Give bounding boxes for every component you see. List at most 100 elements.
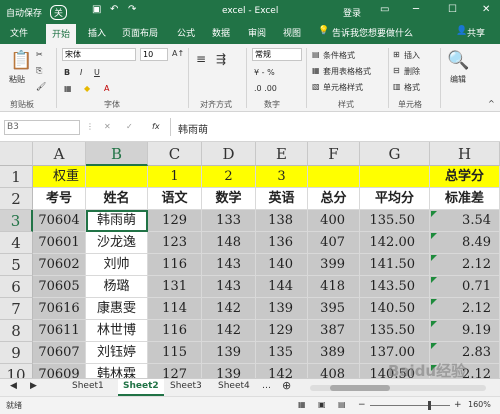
table-cell[interactable]: 395 — [308, 298, 360, 320]
login-button[interactable]: 登录 — [343, 6, 361, 19]
paste-icon[interactable]: 📋 — [10, 50, 32, 71]
fill-color-icon[interactable]: ◆ — [84, 84, 90, 93]
zoom-out-icon[interactable]: − — [358, 400, 366, 410]
maximize-icon[interactable]: ☐ — [448, 4, 457, 15]
table-cell[interactable]: 418 — [308, 276, 360, 298]
row-header[interactable]: 8 — [0, 320, 33, 342]
table-cell[interactable]: 129 — [256, 320, 308, 342]
table-cell[interactable]: 70616 — [33, 298, 86, 320]
table-cell[interactable]: 143 — [202, 254, 256, 276]
name-box[interactable]: B3 — [4, 120, 80, 135]
table-cell[interactable]: 143.50 — [360, 276, 430, 298]
tab-insert[interactable]: 插入 — [88, 26, 106, 39]
table-cell[interactable]: 2.12 — [430, 254, 500, 276]
insert-cells-button[interactable]: 插入 — [404, 50, 420, 61]
zoom-level[interactable]: 160% — [468, 400, 491, 409]
table-cell[interactable]: 400 — [308, 210, 360, 232]
column-header-h[interactable]: H — [430, 142, 500, 166]
header-cell[interactable] — [360, 166, 430, 188]
table-cell[interactable]: 142 — [202, 298, 256, 320]
header-cell[interactable]: 2 — [202, 166, 256, 188]
column-header-c[interactable]: C — [148, 142, 202, 166]
table-cell[interactable]: 2.12 — [430, 298, 500, 320]
tab-review[interactable]: 审阅 — [248, 26, 266, 39]
tab-page-layout[interactable]: 页面布局 — [122, 26, 158, 39]
table-cell[interactable]: 127 — [148, 364, 202, 378]
table-cell[interactable]: 9.19 — [430, 320, 500, 342]
grow-font-icon[interactable]: A↑ — [172, 49, 184, 58]
table-cell[interactable]: 142 — [202, 320, 256, 342]
currency-icon[interactable]: ¥ - % — [254, 68, 275, 77]
column-header-e[interactable]: E — [256, 142, 308, 166]
table-cell[interactable]: 8.49 — [430, 232, 500, 254]
column-header-d[interactable]: D — [202, 142, 256, 166]
copy-icon[interactable]: ⎘ — [36, 66, 42, 76]
table-cell[interactable]: 116 — [148, 320, 202, 342]
header-cell[interactable]: 考号 — [33, 188, 86, 210]
table-cell[interactable]: 140 — [256, 254, 308, 276]
table-cell[interactable]: 3.54 — [430, 210, 500, 232]
table-format-button[interactable]: 套用表格格式 — [323, 66, 371, 77]
row-header[interactable]: 10 — [0, 364, 33, 378]
decimal-icon[interactable]: .0 .00 — [254, 84, 277, 93]
table-cell[interactable]: 139 — [256, 298, 308, 320]
font-size-select[interactable]: 10 — [140, 48, 168, 61]
minimize-icon[interactable]: ─ — [413, 4, 419, 15]
more-sheets-icon[interactable]: … — [262, 381, 271, 391]
table-cell[interactable]: 408 — [308, 364, 360, 378]
table-cell[interactable]: 138 — [256, 210, 308, 232]
table-cell[interactable]: 140.50 — [360, 298, 430, 320]
autosave-toggle[interactable]: 关 — [50, 5, 68, 20]
row-header[interactable]: 2 — [0, 188, 33, 210]
horizontal-scrollbar[interactable] — [310, 385, 486, 391]
error-indicator-icon[interactable] — [431, 211, 437, 217]
header-cell[interactable]: 总学分 — [430, 166, 500, 188]
table-cell[interactable]: 70604 — [33, 210, 86, 232]
formula-input[interactable]: 韩雨萌 — [178, 121, 208, 136]
table-cell[interactable]: 70602 — [33, 254, 86, 276]
share-button[interactable]: 共享 — [467, 26, 485, 39]
table-cell[interactable]: 林世博 — [86, 320, 148, 342]
table-cell[interactable]: 123 — [148, 232, 202, 254]
table-cell[interactable]: 沙龙逸 — [86, 232, 148, 254]
row-header[interactable]: 4 — [0, 232, 33, 254]
row-header[interactable]: 6 — [0, 276, 33, 298]
table-cell[interactable]: 70609 — [33, 364, 86, 378]
table-cell[interactable]: 389 — [308, 342, 360, 364]
undo-icon[interactable]: ↶ — [110, 4, 118, 15]
table-cell[interactable]: 142 — [256, 364, 308, 378]
sheet-tab-1[interactable]: Sheet1 — [72, 381, 104, 391]
underline-button[interactable]: U — [94, 68, 100, 77]
table-cell[interactable]: 135.50 — [360, 210, 430, 232]
ribbon-display-icon[interactable]: ▭ — [380, 4, 389, 15]
table-cell[interactable]: 139 — [202, 342, 256, 364]
column-header-f[interactable]: F — [308, 142, 360, 166]
zoom-in-icon[interactable]: + — [454, 400, 462, 410]
header-cell[interactable]: 1 — [148, 166, 202, 188]
format-painter-icon[interactable]: 🖌 — [36, 82, 46, 91]
header-cell[interactable]: 总分 — [308, 188, 360, 210]
table-cell[interactable]: 韩雨萌 — [86, 210, 148, 232]
table-cell[interactable]: 407 — [308, 232, 360, 254]
edit-button[interactable]: 编辑 — [450, 74, 466, 85]
wrap-icon[interactable]: ⇶ — [216, 52, 226, 66]
header-cell[interactable]: 数学 — [202, 188, 256, 210]
sheet-tab-2[interactable]: Sheet2 — [118, 379, 164, 396]
prev-sheet-icon[interactable]: ◀ — [10, 381, 17, 391]
page-break-view-icon[interactable]: ▤ — [338, 400, 346, 409]
table-cell[interactable]: 399 — [308, 254, 360, 276]
search-icon[interactable]: 🔍 — [447, 50, 469, 71]
table-cell[interactable]: 131 — [148, 276, 202, 298]
conditional-format-button[interactable]: 条件格式 — [323, 50, 355, 61]
insert-function-button[interactable]: fx — [152, 122, 160, 131]
cut-icon[interactable]: ✂ — [36, 50, 43, 59]
italic-button[interactable]: I — [80, 68, 82, 77]
row-header[interactable]: 1 — [0, 166, 33, 188]
tell-me-search[interactable]: 告诉我您想要做什么 — [332, 26, 413, 39]
redo-icon[interactable]: ↷ — [128, 4, 136, 15]
header-cell[interactable] — [86, 166, 148, 188]
select-all-corner[interactable] — [0, 142, 33, 166]
table-cell[interactable]: 70611 — [33, 320, 86, 342]
header-cell[interactable]: 语文 — [148, 188, 202, 210]
scrollbar-thumb[interactable] — [330, 385, 390, 391]
